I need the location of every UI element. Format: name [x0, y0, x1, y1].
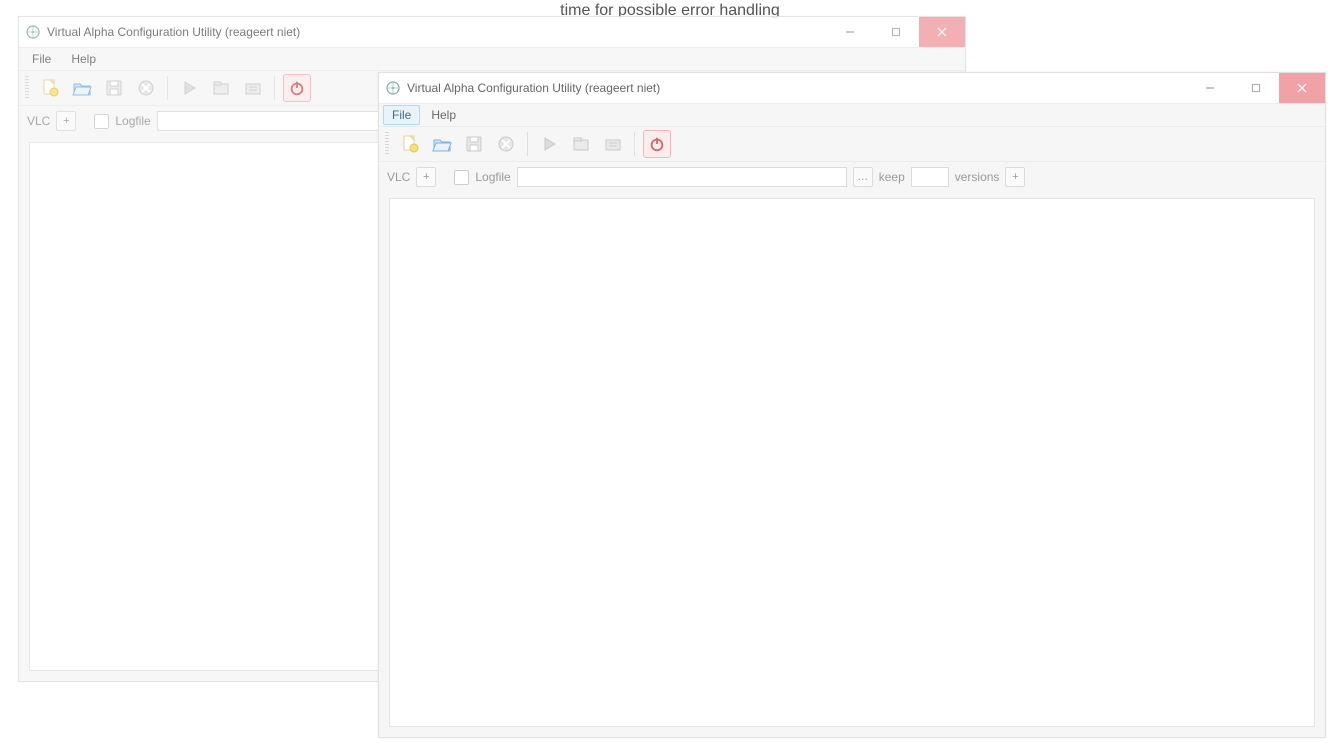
window-title: Virtual Alpha Configuration Utility (rea… [407, 81, 1187, 95]
toolbar-grip [385, 132, 389, 156]
folder-button-1[interactable] [568, 131, 594, 157]
content-area [389, 198, 1315, 727]
app-icon [385, 80, 401, 96]
window-controls [827, 17, 965, 47]
folder-button-2[interactable] [240, 75, 266, 101]
open-file-button[interactable] [429, 131, 455, 157]
power-button[interactable] [283, 74, 311, 102]
versions-label: versions [955, 170, 1000, 184]
menubar: File Help [19, 48, 965, 71]
menu-file[interactable]: File [383, 105, 420, 125]
menubar: File Help [379, 104, 1325, 127]
new-file-button[interactable] [37, 75, 63, 101]
new-file-button[interactable] [397, 131, 423, 157]
window-title: Virtual Alpha Configuration Utility (rea… [47, 25, 827, 39]
menu-file[interactable]: File [23, 49, 60, 69]
toolbar-grip [25, 76, 29, 100]
toolbar-separator-2 [634, 132, 635, 156]
minimize-button[interactable] [827, 17, 873, 47]
open-file-button[interactable] [69, 75, 95, 101]
minimize-button[interactable] [1187, 73, 1233, 103]
folder-button-1[interactable] [208, 75, 234, 101]
menu-help[interactable]: Help [62, 49, 105, 69]
play-button[interactable] [536, 131, 562, 157]
cancel-button[interactable] [493, 131, 519, 157]
window-front: Virtual Alpha Configuration Utility (rea… [378, 72, 1326, 738]
options-bar: VLC + Logfile … keep versions + [379, 162, 1325, 192]
power-button[interactable] [643, 130, 671, 158]
logfile-input[interactable] [517, 167, 847, 187]
versions-plus-button[interactable]: + [1005, 167, 1025, 187]
window-controls [1187, 73, 1325, 103]
app-icon [25, 24, 41, 40]
menu-help[interactable]: Help [422, 105, 465, 125]
folder-button-2[interactable] [600, 131, 626, 157]
logfile-label: Logfile [475, 170, 510, 184]
vlc-label: VLC [387, 170, 410, 184]
logfile-checkbox[interactable] [454, 170, 469, 185]
browse-button[interactable]: … [853, 167, 873, 187]
vlc-plus-button[interactable]: + [416, 167, 436, 187]
titlebar[interactable]: Virtual Alpha Configuration Utility (rea… [379, 73, 1325, 104]
vlc-label: VLC [27, 114, 50, 128]
maximize-button[interactable] [873, 17, 919, 47]
logfile-label: Logfile [115, 114, 150, 128]
play-button[interactable] [176, 75, 202, 101]
cancel-button[interactable] [133, 75, 159, 101]
keep-label: keep [879, 170, 905, 184]
vlc-plus-button[interactable]: + [56, 111, 76, 131]
close-button[interactable] [1279, 73, 1325, 103]
versions-input[interactable] [911, 167, 949, 187]
close-button[interactable] [919, 17, 965, 47]
toolbar-separator [167, 76, 168, 100]
logfile-checkbox[interactable] [94, 114, 109, 129]
toolbar-separator [527, 132, 528, 156]
save-button[interactable] [101, 75, 127, 101]
save-button[interactable] [461, 131, 487, 157]
toolbar-separator-2 [274, 76, 275, 100]
titlebar[interactable]: Virtual Alpha Configuration Utility (rea… [19, 17, 965, 48]
maximize-button[interactable] [1233, 73, 1279, 103]
toolbar [379, 127, 1325, 162]
